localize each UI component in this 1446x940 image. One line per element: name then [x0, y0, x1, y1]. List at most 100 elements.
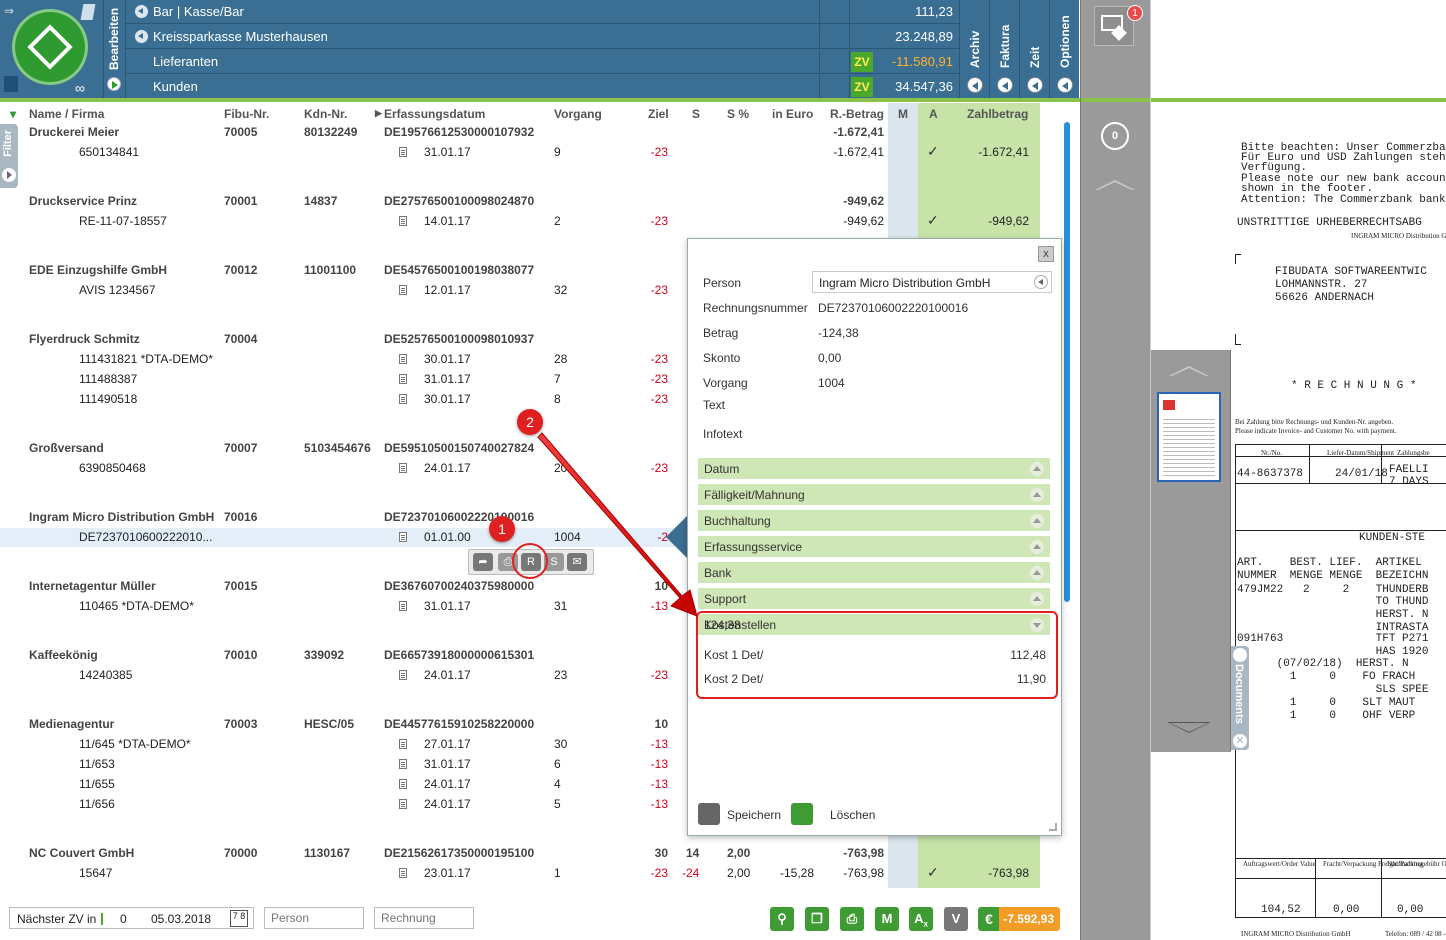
search-icon[interactable]: ⚲ — [770, 907, 794, 931]
company-name[interactable]: NC Couvert GmbH — [29, 846, 134, 860]
section-4[interactable]: Bank — [698, 562, 1050, 584]
invoice-ref[interactable]: AVIS 1234567 — [79, 283, 156, 297]
play-icon[interactable] — [107, 77, 121, 91]
invoice-ref[interactable]: DE7237010600222010... — [79, 530, 212, 544]
col-s-pct[interactable]: S % — [727, 107, 749, 121]
thumb-scroll-up-icon[interactable] — [1169, 366, 1209, 376]
collapse-arrow-icon[interactable] — [135, 30, 148, 43]
document-icon[interactable] — [399, 147, 407, 157]
v-button[interactable]: V — [944, 907, 968, 931]
side-tab-faktura[interactable]: Faktura — [989, 0, 1019, 98]
mailbox-icon[interactable]: 1 — [1094, 5, 1143, 46]
filter-tab[interactable]: Filter — [0, 124, 18, 188]
arrow-left-icon[interactable] — [1027, 77, 1043, 93]
section-2[interactable]: Buchhaltung — [698, 510, 1050, 532]
document-thumbnail[interactable] — [1157, 392, 1221, 482]
edit-strip[interactable]: Bearbeiten — [104, 0, 126, 98]
next-payment-run[interactable]: Nächster ZV in 0 05.03.2018 7 8 — [9, 907, 254, 929]
document-icon[interactable] — [399, 394, 407, 404]
collapse-arrow-icon[interactable] — [135, 5, 148, 18]
section-5[interactable]: Support — [698, 588, 1050, 610]
thumb-scroll-down-icon[interactable] — [1167, 722, 1211, 733]
company-name[interactable]: Kaffeekönig — [29, 648, 98, 662]
sort-down-icon[interactable]: ▾ — [10, 107, 16, 121]
company-name[interactable]: Flyerdruck Schmitz — [29, 332, 140, 346]
company-name[interactable]: Medienagentur — [29, 717, 114, 731]
document-icon[interactable] — [399, 868, 407, 878]
app-logo[interactable]: ⇒ ∞ — [0, 0, 104, 98]
arrow-left-icon[interactable] — [997, 77, 1013, 93]
document-icon[interactable] — [399, 670, 407, 680]
col-zahlbetrag[interactable]: Zahlbetrag — [967, 107, 1028, 121]
section-1[interactable]: Fälligkeit/Mahnung — [698, 484, 1050, 506]
invoice-ref[interactable]: 111431821 *DTA-DEMO* — [79, 352, 213, 366]
process-value[interactable]: 1004 — [818, 376, 845, 390]
close-button[interactable]: x — [1038, 246, 1054, 262]
col-kdn[interactable]: Kdn-Nr. — [304, 107, 347, 121]
invoice-number-value[interactable]: DE72370106002220100016 — [818, 301, 968, 315]
comment-icon[interactable]: ✉ — [567, 553, 587, 571]
invoice-ref[interactable]: 11/645 *DTA-DEMO* — [79, 737, 191, 751]
person-select[interactable]: Ingram Micro Distribution GmbH — [812, 271, 1052, 293]
chevron-up-icon[interactable] — [1030, 462, 1044, 476]
invoice-ref[interactable]: 111488387 — [79, 372, 137, 386]
col-ziel[interactable]: Ziel — [648, 107, 669, 121]
col-m[interactable]: M — [898, 107, 908, 121]
approved-check-icon[interactable]: ✓ — [927, 143, 939, 160]
col-fibu[interactable]: Fibu-Nr. — [224, 107, 269, 121]
delete-button[interactable]: Löschen — [830, 808, 875, 822]
formula-icon[interactable]: Ax — [909, 907, 933, 931]
chevron-up-icon[interactable] — [1030, 592, 1044, 606]
col-a[interactable]: A — [929, 107, 938, 121]
company-name[interactable]: Druckerei Meier — [29, 125, 119, 139]
col-s[interactable]: S — [692, 107, 700, 121]
close-icon[interactable]: ✕ — [1233, 734, 1247, 748]
col-r-betrag[interactable]: R.-Betrag — [830, 107, 884, 121]
col-euro[interactable]: in Euro — [772, 107, 813, 121]
invoice-ref[interactable]: 6390850468 — [79, 461, 146, 475]
account-row[interactable]: Bar | Kasse/Bar 111,23 — [126, 0, 959, 24]
col-name[interactable]: Name / Firma — [29, 107, 104, 121]
account-row[interactable]: Kunden ZV 34.547,36 — [126, 75, 959, 99]
m-button[interactable]: M — [875, 907, 899, 931]
document-icon[interactable] — [399, 739, 407, 749]
expand-icon[interactable] — [2, 168, 16, 182]
document-icon[interactable] — [399, 463, 407, 473]
forward-icon[interactable]: ➦ — [473, 553, 493, 571]
resize-handle[interactable] — [1049, 823, 1057, 831]
dropdown-icon[interactable] — [1034, 275, 1048, 289]
calendar-icon[interactable]: 7 8 — [230, 910, 248, 927]
invoice-search-input[interactable] — [374, 907, 474, 929]
arrow-left-icon[interactable] — [967, 77, 983, 93]
zv-badge[interactable]: ZV — [851, 52, 873, 72]
invoice-ref[interactable]: 11/653 — [79, 757, 115, 771]
invoice-ref[interactable]: 14240385 — [79, 668, 132, 682]
delete-icon[interactable] — [791, 803, 813, 825]
company-name[interactable]: Internetagentur Müller — [29, 579, 156, 593]
zv-badge[interactable]: ZV — [851, 77, 873, 97]
chevron-up-icon[interactable] — [1030, 514, 1044, 528]
company-name[interactable]: Druckservice Prinz — [29, 194, 137, 208]
printer-icon[interactable]: ⎙ — [840, 907, 864, 931]
approved-check-icon[interactable]: ✓ — [927, 864, 939, 881]
account-row[interactable]: Lieferanten ZV -11.580,91 — [126, 50, 959, 74]
side-tab-zeit[interactable]: Zeit — [1019, 0, 1049, 98]
approved-check-icon[interactable]: ✓ — [927, 212, 939, 229]
arrow-left-icon[interactable] — [1057, 77, 1073, 93]
save-icon[interactable] — [698, 803, 720, 825]
document-icon[interactable] — [399, 216, 407, 226]
col-date[interactable]: Erfassungsdatum — [384, 107, 485, 121]
document-icon[interactable] — [399, 759, 407, 769]
chevron-up-icon[interactable] — [1030, 488, 1044, 502]
save-button[interactable]: Speichern — [727, 808, 781, 822]
document-icon[interactable] — [399, 601, 407, 611]
scroll-up-icon[interactable] — [1095, 180, 1135, 190]
document-icon[interactable] — [399, 779, 407, 789]
list-scrollbar[interactable] — [1064, 122, 1070, 602]
document-icon[interactable] — [399, 285, 407, 295]
invoice-ref[interactable]: 650134841 — [79, 145, 139, 159]
side-tab-optionen[interactable]: Optionen — [1049, 0, 1079, 98]
document-icon[interactable] — [399, 532, 407, 542]
invoice-ref[interactable]: 15647 — [79, 866, 112, 880]
discount-value[interactable]: 0,00 — [818, 351, 841, 365]
